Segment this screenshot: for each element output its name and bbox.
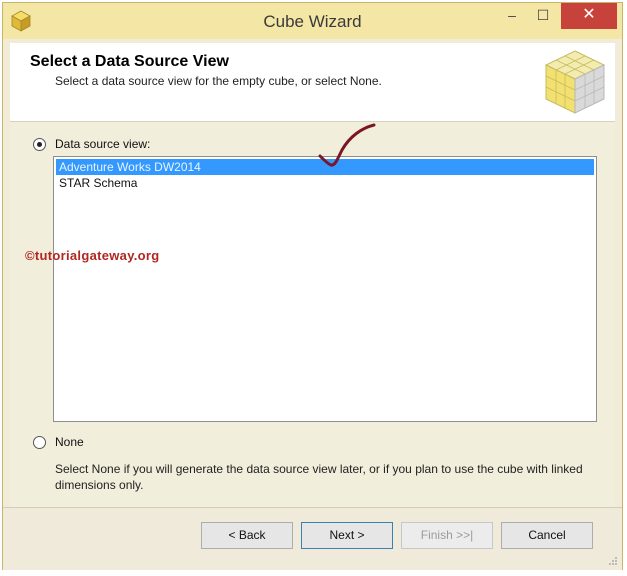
data-source-view-label[interactable]: Data source view: — [55, 137, 150, 151]
data-source-view-radio[interactable] — [33, 138, 46, 151]
maximize-button[interactable]: ☐ — [529, 3, 557, 29]
page-subtitle: Select a data source view for the empty … — [55, 74, 382, 88]
minimize-button[interactable]: – — [497, 3, 527, 29]
wizard-footer: < Back Next > Finish >>| Cancel — [3, 507, 622, 570]
radio-selected-dot — [37, 142, 42, 147]
checkmark-annotation — [318, 123, 376, 167]
cube-grid-icon — [544, 50, 606, 114]
resize-grip-icon[interactable] — [608, 556, 618, 566]
finish-button[interactable]: Finish >>| — [401, 522, 493, 549]
close-button[interactable]: ✕ — [561, 3, 617, 29]
none-description: Select None if you will generate the dat… — [55, 462, 583, 492]
none-radio[interactable] — [33, 436, 46, 449]
back-button[interactable]: < Back — [201, 522, 293, 549]
wizard-header: Select a Data Source View Select a data … — [10, 43, 615, 122]
wizard-content: Data source view: Adventure Works DW2014… — [10, 122, 615, 507]
page-title: Select a Data Source View — [30, 53, 229, 70]
watermark: ©tutorialgateway.org — [25, 248, 160, 263]
cancel-button[interactable]: Cancel — [501, 522, 593, 549]
title-bar: Cube Wizard – ☐ ✕ — [3, 3, 622, 39]
next-button[interactable]: Next > — [301, 522, 393, 549]
data-source-view-list[interactable]: Adventure Works DW2014 STAR Schema — [53, 156, 597, 422]
none-label[interactable]: None — [55, 435, 84, 449]
cube-wizard-window: Cube Wizard – ☐ ✕ Select a Data Source V… — [2, 2, 623, 570]
list-item[interactable]: STAR Schema — [56, 175, 594, 191]
